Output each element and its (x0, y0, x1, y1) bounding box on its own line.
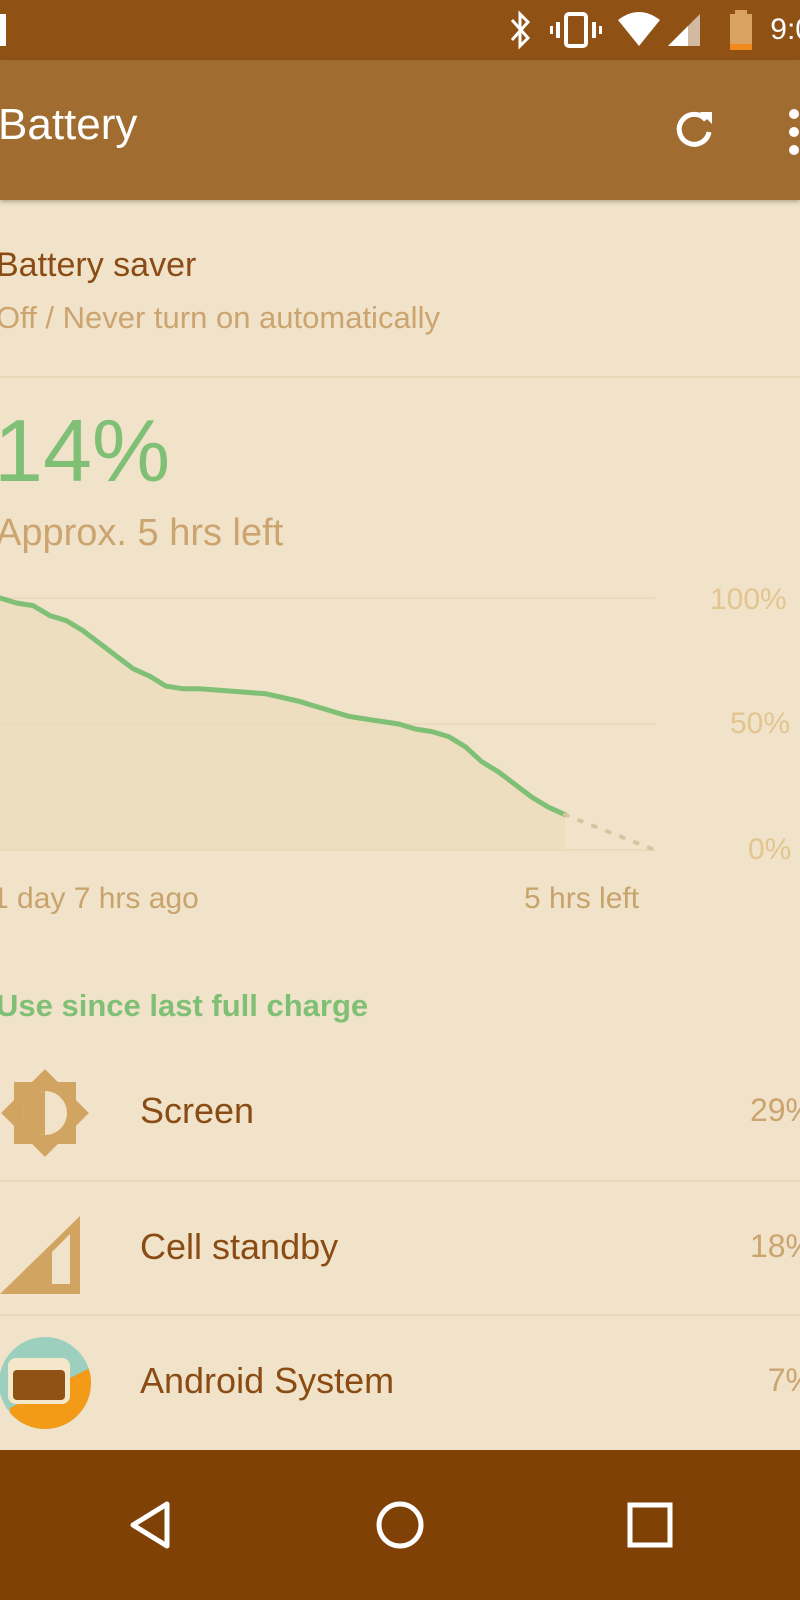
home-icon[interactable] (365, 1490, 435, 1560)
clock: 9:0 (770, 13, 800, 46)
wifi-icon (618, 12, 661, 46)
battery-content: Battery saver Off / Never turn on automa… (0, 200, 800, 1450)
vibrate-icon (550, 12, 603, 48)
usage-row-cell-standby[interactable]: Cell standby 18% (0, 1182, 800, 1316)
y-tick-0: 0% (748, 833, 792, 866)
battery-history-chart[interactable]: 100% 50% 0% 1 day 7 hrs ago 5 hrs left (0, 580, 800, 920)
battery-icon (730, 10, 753, 50)
battery-percent: 14% (0, 401, 171, 500)
usage-row-android-system[interactable]: Android System 7% (0, 1316, 800, 1450)
android-system-icon (0, 1337, 91, 1429)
cell-signal-icon (668, 14, 701, 46)
usage-name: Android System (140, 1360, 395, 1401)
divider (0, 376, 800, 378)
back-icon[interactable] (115, 1490, 185, 1560)
usage-row-screen[interactable]: Screen 29% (0, 1046, 800, 1180)
refresh-icon[interactable] (666, 102, 722, 158)
battery-saver-title: Battery saver (0, 246, 197, 284)
usage-percent: 29% (749, 1092, 800, 1128)
usage-percent: 7% (767, 1362, 800, 1398)
battery-saver-row[interactable]: Battery saver Off / Never turn on automa… (0, 200, 800, 376)
battery-saver-subtitle: Off / Never turn on automatically (0, 300, 440, 335)
projection-line (563, 812, 657, 852)
usage-section-header: Use since last full charge (0, 988, 369, 1023)
recents-icon[interactable] (615, 1490, 685, 1560)
brightness-icon (1, 1069, 89, 1157)
usage-percent: 18% (749, 1228, 800, 1264)
status-bar: 9:0 (0, 0, 800, 60)
overflow-menu-icon[interactable] (780, 108, 800, 156)
notification-icon (0, 14, 6, 46)
y-tick-50: 50% (730, 707, 791, 740)
app-bar: Battery (0, 60, 800, 200)
usage-name: Cell standby (140, 1226, 339, 1267)
y-tick-100: 100% (710, 583, 787, 616)
status-icons: 9:0 (502, 0, 800, 60)
navigation-bar (0, 1450, 800, 1600)
usage-name: Screen (140, 1090, 255, 1131)
x-label-end: 5 hrs left (524, 882, 640, 915)
page-title: Battery (0, 100, 138, 149)
x-label-start: 1 day 7 hrs ago (0, 882, 199, 915)
cell-signal-icon (0, 1216, 80, 1294)
bluetooth-icon (511, 10, 531, 50)
time-remaining: Approx. 5 hrs left (0, 512, 284, 554)
chart-plot (0, 595, 657, 852)
